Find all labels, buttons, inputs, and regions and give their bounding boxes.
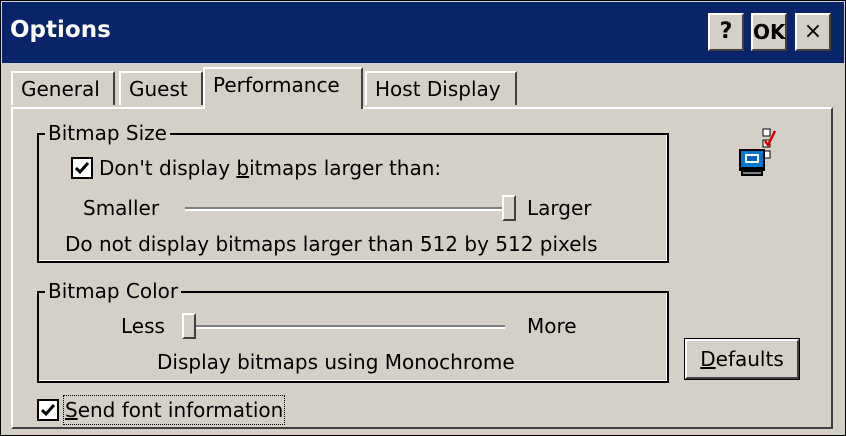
help-button[interactable]: ?	[708, 13, 744, 51]
checkmark-icon	[40, 404, 56, 417]
color-slider-min-label: Less	[121, 314, 165, 338]
performance-panel: Bitmap Size Don't display bitmaps larger…	[11, 107, 833, 429]
dont-display-bitmaps-label[interactable]: Don't display bitmaps larger than:	[99, 155, 441, 181]
close-button[interactable]: ×	[795, 13, 831, 51]
send-font-label[interactable]: Send font information	[62, 395, 286, 425]
bitmap-color-slider-track[interactable]	[185, 325, 505, 329]
tab-guest[interactable]: Guest	[119, 71, 203, 105]
window-title: Options	[10, 17, 111, 43]
bitmap-size-slider-thumb[interactable]	[502, 195, 516, 221]
tab-host-display[interactable]: Host Display	[365, 71, 517, 105]
bitmap-color-slider-thumb[interactable]	[182, 313, 196, 339]
bitmap-size-group: Bitmap Size Don't display bitmaps larger…	[37, 120, 669, 263]
send-font-checkbox[interactable]	[37, 399, 59, 421]
checkmark-icon	[74, 162, 90, 175]
options-dialog: Options ? OK × General Guest Performance…	[0, 0, 846, 436]
slider-min-label: Smaller	[83, 196, 160, 220]
bitmap-color-legend: Bitmap Color	[45, 278, 182, 304]
bitmap-size-legend: Bitmap Size	[45, 120, 170, 146]
computer-checklist-icon	[737, 127, 785, 179]
tab-general[interactable]: General	[11, 71, 115, 105]
ok-button[interactable]: OK	[751, 13, 787, 51]
bitmap-size-slider-track[interactable]	[185, 207, 509, 211]
bitmap-color-description: Display bitmaps using Monochrome	[157, 350, 515, 374]
defaults-button[interactable]: Defaults	[684, 338, 800, 380]
color-slider-max-label: More	[527, 314, 577, 338]
slider-max-label: Larger	[527, 196, 592, 220]
tab-performance[interactable]: Performance	[203, 67, 363, 109]
bitmap-size-description: Do not display bitmaps larger than 512 b…	[65, 232, 598, 256]
bitmap-color-group: Bitmap Color Less More Display bitmaps u…	[37, 278, 669, 383]
title-bar[interactable]: Options ? OK ×	[2, 2, 844, 63]
dont-display-bitmaps-checkbox[interactable]	[71, 157, 93, 179]
